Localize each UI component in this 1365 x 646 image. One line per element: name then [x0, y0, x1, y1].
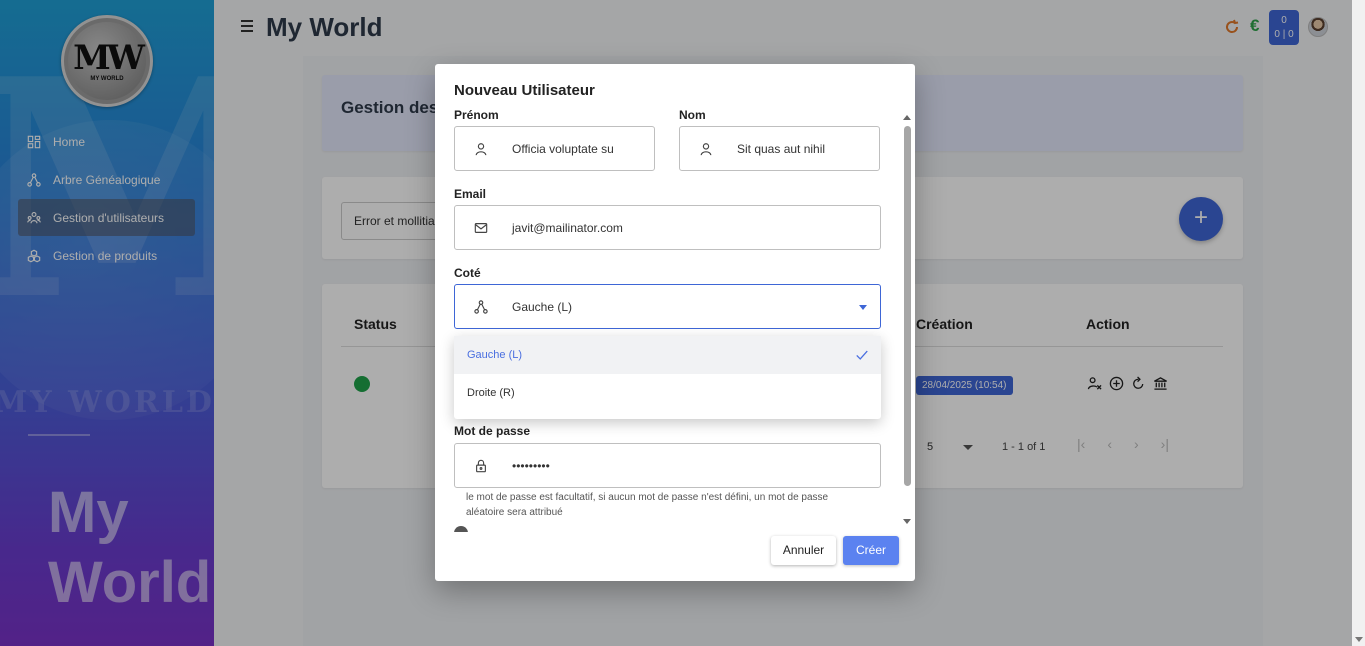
prenom-label: Prénom: [454, 108, 499, 122]
toggle-icon[interactable]: [454, 526, 468, 532]
password-hint: le mot de passe est facultatif, si aucun…: [466, 492, 829, 518]
scrollbar-thumb[interactable]: [904, 126, 911, 486]
scroll-down-icon[interactable]: [903, 519, 911, 524]
nom-label: Nom: [679, 108, 706, 122]
option-label: Droite (R): [467, 387, 515, 399]
email-field[interactable]: javit@mailinator.com: [454, 205, 881, 250]
tree-icon: [474, 300, 488, 314]
cancel-button[interactable]: Annuler: [771, 536, 836, 565]
cote-dropdown-menu: Gauche (L) Droite (R): [454, 336, 881, 419]
check-icon: [856, 350, 868, 360]
cote-select[interactable]: Gauche (L): [454, 284, 881, 329]
person-icon: [700, 143, 712, 156]
dropdown-option-gauche[interactable]: Gauche (L): [454, 336, 881, 374]
password-field[interactable]: •••••••••: [454, 443, 881, 488]
scroll-down-icon[interactable]: [1355, 637, 1363, 642]
mail-icon: [474, 223, 488, 233]
person-icon: [475, 143, 487, 156]
scroll-up-icon[interactable]: [903, 115, 911, 120]
password-label: Mot de passe: [454, 424, 531, 438]
page-scrollbar[interactable]: [1352, 0, 1365, 646]
email-label: Email: [454, 187, 487, 201]
dropdown-option-droite[interactable]: Droite (R): [454, 374, 881, 412]
email-value: javit@mailinator.com: [512, 221, 623, 235]
prenom-field[interactable]: Officia voluptate su: [454, 126, 655, 171]
lock-icon: [476, 459, 486, 473]
nom-field[interactable]: Sit quas aut nihil: [679, 126, 880, 171]
create-button[interactable]: Créer: [843, 536, 899, 565]
nom-value: Sit quas aut nihil: [737, 142, 826, 156]
option-label: Gauche (L): [467, 349, 523, 361]
dialog-scrollbar[interactable]: [902, 112, 912, 524]
toggle-row[interactable]: [454, 526, 604, 532]
cote-label: Coté: [454, 266, 481, 280]
cote-value: Gauche (L): [512, 300, 573, 314]
prenom-value: Officia voluptate su: [512, 142, 614, 156]
dialog-title: Nouveau Utilisateur: [454, 82, 595, 99]
new-user-dialog: Nouveau Utilisateur Prénom Officia volup…: [435, 64, 915, 581]
password-value: •••••••••: [512, 459, 550, 473]
chevron-down-icon: [859, 305, 867, 310]
